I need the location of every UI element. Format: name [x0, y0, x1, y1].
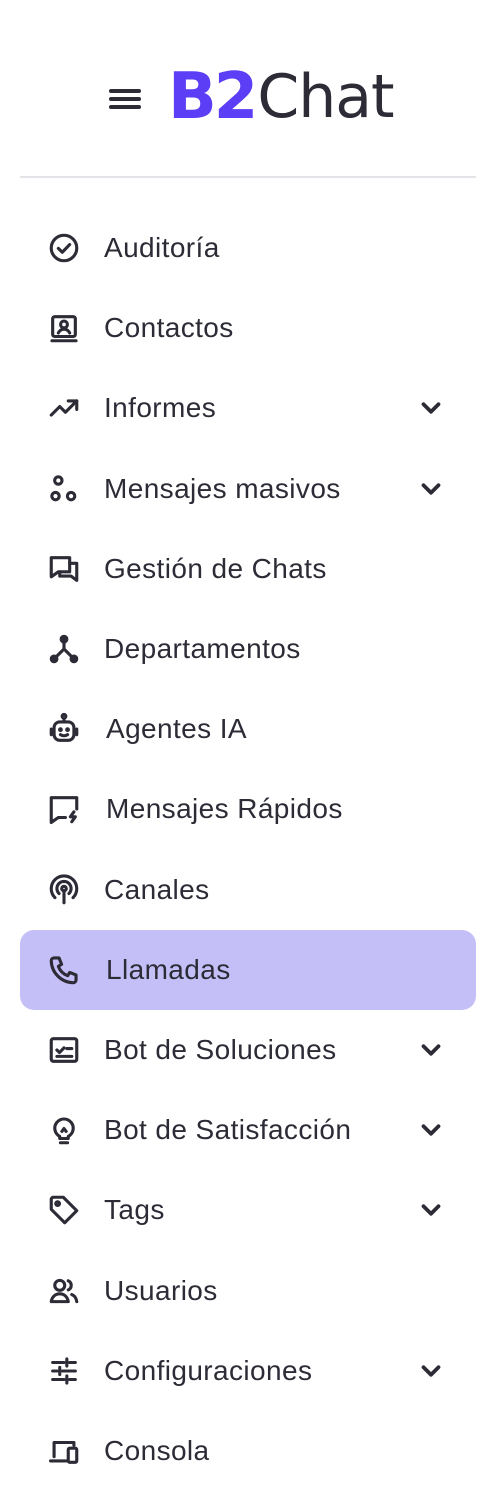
sidebar-item-canales[interactable]: Canales	[20, 850, 476, 930]
sidebar-item-bot-de-soluciones[interactable]: Bot de Soluciones	[20, 1010, 476, 1090]
chevron-down-icon[interactable]	[416, 474, 446, 504]
sidebar-item-label: Bot de Soluciones	[104, 1033, 337, 1065]
chevron-down-icon[interactable]	[416, 1195, 446, 1225]
tag-icon	[44, 1190, 84, 1230]
phone-icon	[44, 950, 84, 990]
sidebar-header: B2 Chat	[0, 0, 504, 178]
sidebar-item-label: Contactos	[104, 312, 234, 344]
sidebar-menu: Auditoría Contactos Informes Mensajes ma…	[20, 208, 476, 1490]
b2chat-logo[interactable]: B2 Chat	[168, 60, 395, 134]
sidebar-item-label: Usuarios	[104, 1274, 218, 1306]
chevron-down-icon[interactable]	[416, 1035, 446, 1065]
sidebar-item-label: Configuraciones	[104, 1354, 313, 1386]
sidebar-item-label: Tags	[104, 1194, 165, 1226]
logo-word-text: Chat	[257, 62, 394, 132]
chat-bubbles-icon	[44, 549, 84, 589]
sidebar-item-label: Departamentos	[104, 633, 301, 665]
sidebar-item-contactos[interactable]: Contactos	[20, 288, 476, 368]
sidebar-item-consola[interactable]: Consola	[20, 1411, 476, 1490]
sidebar-item-bot-de-satisfaccion[interactable]: Bot de Satisfacción	[20, 1090, 476, 1170]
sidebar-item-label: Llamadas	[106, 953, 231, 985]
sidebar-item-label: Bot de Satisfacción	[104, 1114, 352, 1146]
chevron-down-icon[interactable]	[416, 1115, 446, 1145]
sidebar-item-label: Mensajes masivos	[104, 472, 341, 504]
contact-card-icon	[44, 308, 84, 348]
sidebar-item-label: Mensajes Rápidos	[106, 793, 343, 825]
sidebar-item-label: Informes	[104, 392, 217, 424]
checklist-icon	[44, 1030, 84, 1070]
sidebar-item-configuraciones[interactable]: Configuraciones	[20, 1331, 476, 1411]
sidebar-item-label: Agentes IA	[106, 713, 247, 745]
chevron-down-icon[interactable]	[416, 393, 446, 423]
chevron-down-icon[interactable]	[416, 1356, 446, 1386]
broadcast-icon	[44, 870, 84, 910]
sidebar-item-llamadas[interactable]: Llamadas	[20, 929, 476, 1010]
trending-up-icon	[44, 388, 84, 428]
check-circle-icon	[44, 228, 84, 268]
hamburger-menu-icon[interactable]	[109, 87, 141, 111]
sidebar-item-label: Auditoría	[104, 232, 220, 264]
devices-icon	[44, 1431, 84, 1471]
sliders-icon	[44, 1351, 84, 1391]
sidebar-item-label: Canales	[104, 873, 210, 905]
header-divider	[20, 176, 476, 178]
sidebar-item-mensajes-masivos[interactable]: Mensajes masivos	[20, 449, 476, 529]
lightbulb-icon	[44, 1110, 84, 1150]
sidebar-item-auditoria[interactable]: Auditoría	[20, 208, 476, 288]
sidebar-item-mensajes-rapidos[interactable]: Mensajes Rápidos	[20, 769, 476, 849]
sidebar-item-label: Gestión de Chats	[104, 552, 327, 584]
users-icon	[44, 1271, 84, 1311]
robot-icon	[44, 709, 84, 749]
quick-message-icon	[44, 789, 84, 829]
sidebar-item-gestion-de-chats[interactable]: Gestión de Chats	[20, 529, 476, 609]
org-branch-icon	[44, 629, 84, 669]
sidebar-item-usuarios[interactable]: Usuarios	[20, 1250, 476, 1330]
sidebar-item-departamentos[interactable]: Departamentos	[20, 609, 476, 689]
sidebar-item-agentes-ia[interactable]: Agentes IA	[20, 689, 476, 769]
sidebar-item-label: Consola	[104, 1434, 210, 1466]
logo-brand-text: B2	[168, 60, 258, 134]
sidebar-item-tags[interactable]: Tags	[20, 1170, 476, 1250]
nodes-icon	[44, 469, 84, 509]
sidebar-item-informes[interactable]: Informes	[20, 368, 476, 448]
